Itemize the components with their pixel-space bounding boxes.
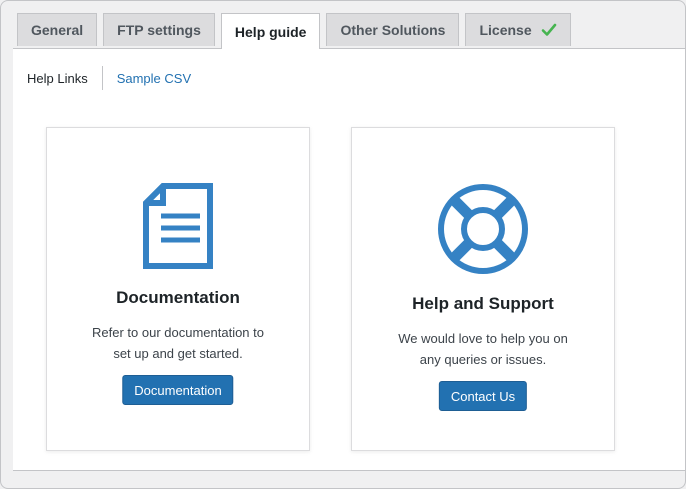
tab-ftp-settings-label: FTP settings xyxy=(117,22,201,38)
help-guide-panel: Help Links Sample CSV Documentation Refe… xyxy=(13,48,685,471)
documentation-description-line-1: Refer to our documentation to xyxy=(92,325,264,340)
help-support-card: Help and Support We would love to help y… xyxy=(351,127,615,451)
documentation-title: Documentation xyxy=(116,288,240,307)
help-subnav: Help Links Sample CSV xyxy=(13,66,205,90)
documentation-description: Refer to our documentation to set up and… xyxy=(77,322,279,364)
window-frame: General FTP settings Help guide Other So… xyxy=(0,0,686,489)
tab-general[interactable]: General xyxy=(17,13,98,46)
subnav-sample-csv[interactable]: Sample CSV xyxy=(103,71,205,86)
help-support-title: Help and Support xyxy=(412,294,554,313)
documentation-card: Documentation Refer to our documentation… xyxy=(46,127,310,451)
tab-general-label: General xyxy=(31,22,84,38)
tab-license[interactable]: License xyxy=(465,13,571,46)
documentation-description-line-2: set up and get started. xyxy=(113,346,243,361)
tab-license-label: License xyxy=(479,22,532,38)
help-support-description: We would love to help you on any queries… xyxy=(382,328,584,370)
check-icon xyxy=(541,23,556,36)
documentation-button[interactable]: Documentation xyxy=(122,375,234,405)
tab-help-guide-label: Help guide xyxy=(234,23,307,40)
help-support-description-line-2: any queries or issues. xyxy=(419,352,547,367)
subnav-help-links[interactable]: Help Links xyxy=(13,71,102,86)
help-support-description-line-1: We would love to help you on xyxy=(398,331,568,346)
tab-help-guide[interactable]: Help guide xyxy=(220,13,321,49)
contact-us-button[interactable]: Contact Us xyxy=(438,381,528,411)
tab-other-solutions-label: Other Solutions xyxy=(340,22,446,38)
settings-tabs: General FTP settings Help guide Other So… xyxy=(17,13,571,49)
tab-ftp-settings[interactable]: FTP settings xyxy=(103,13,215,46)
document-icon xyxy=(143,183,213,269)
tab-other-solutions[interactable]: Other Solutions xyxy=(326,13,460,46)
lifebuoy-icon xyxy=(438,184,528,274)
